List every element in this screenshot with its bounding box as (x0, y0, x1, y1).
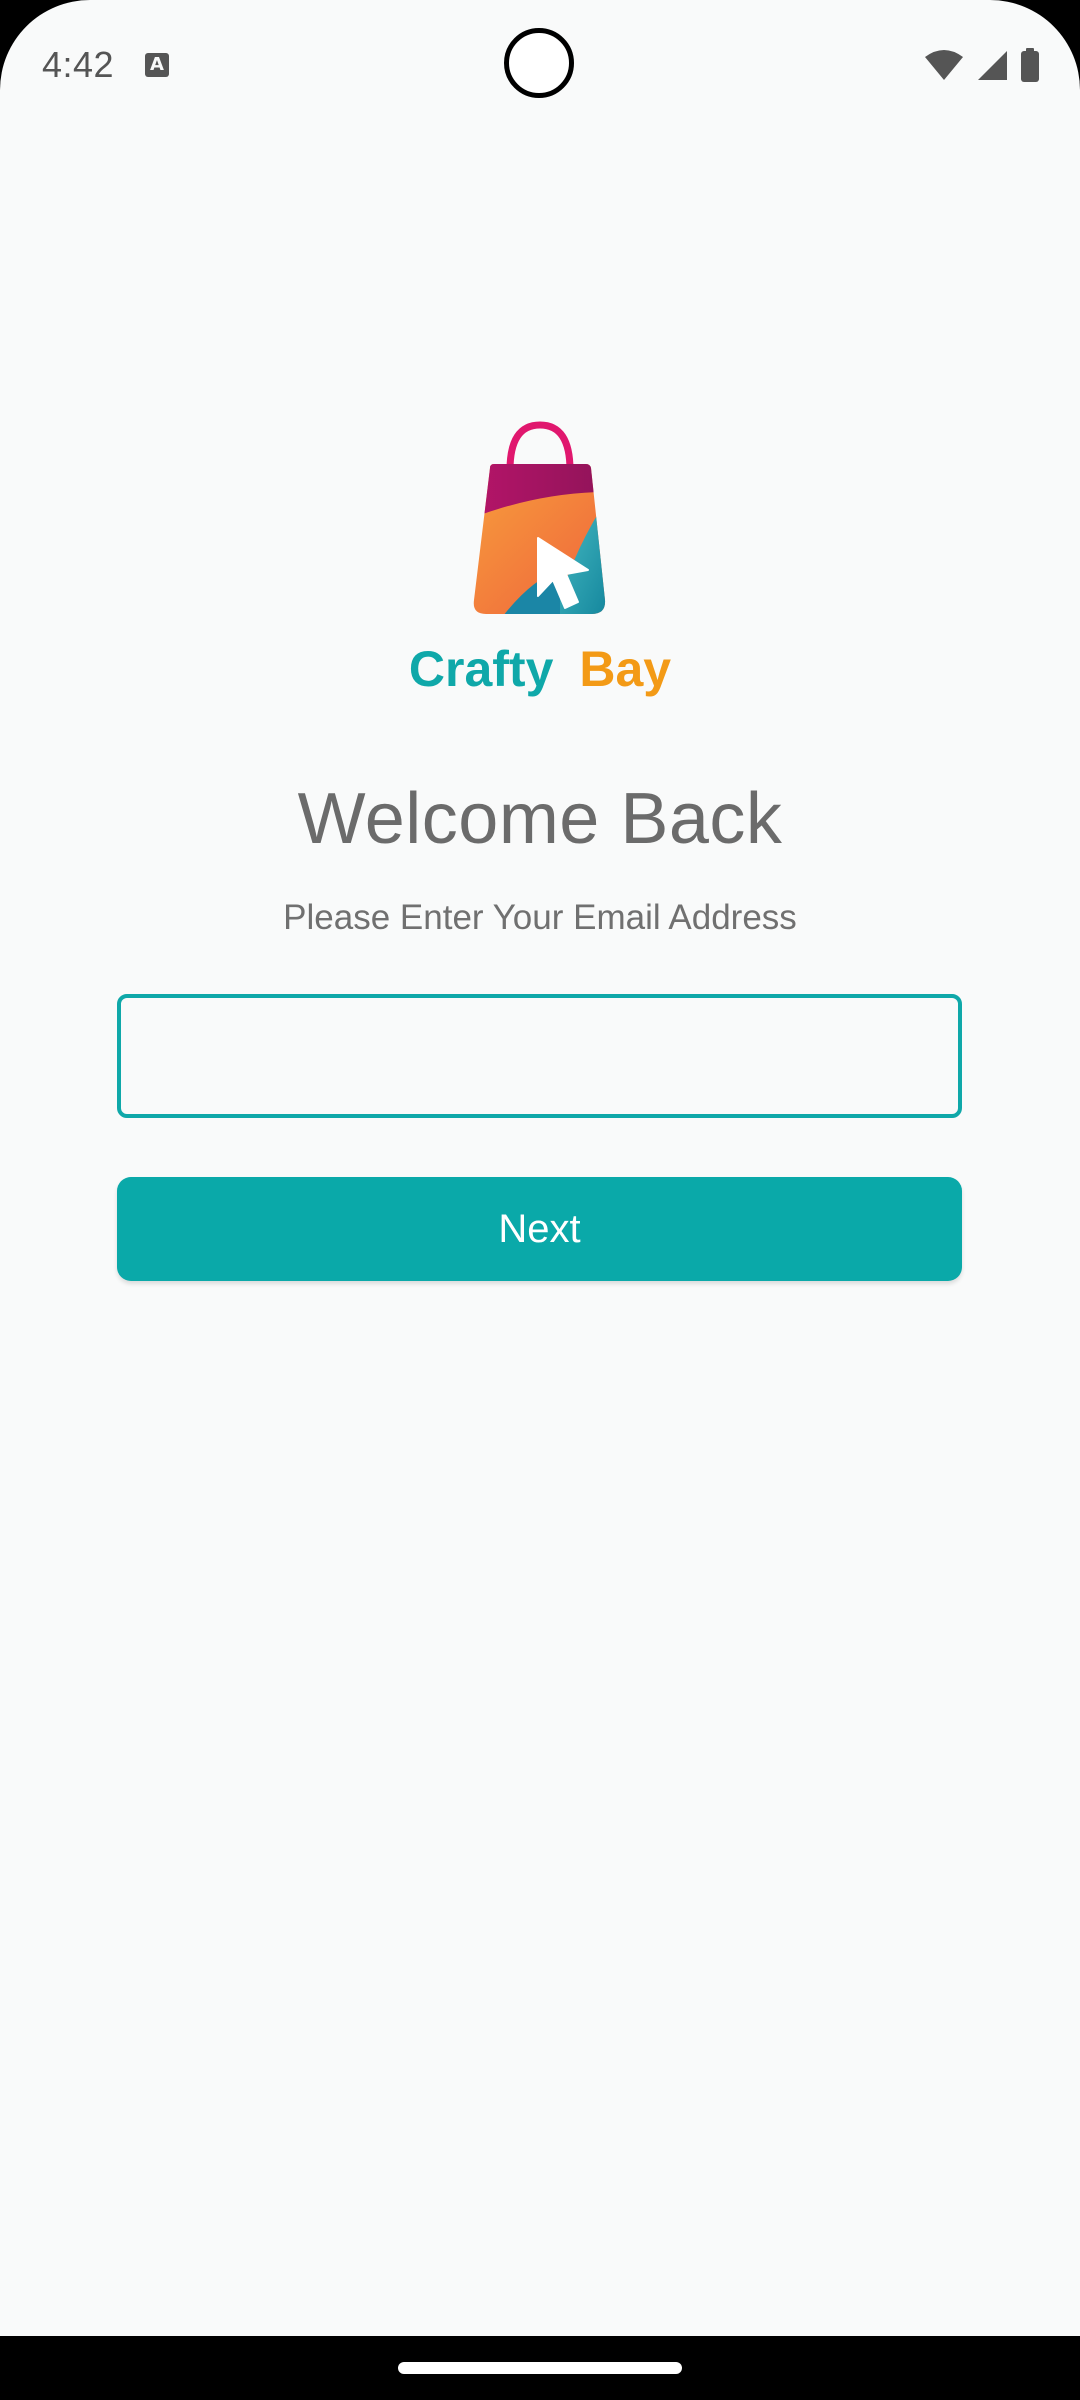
front-camera-cutout (504, 28, 574, 98)
status-bar: 4:42 A (0, 0, 1080, 130)
home-indicator[interactable] (398, 2362, 682, 2374)
page-title: Welcome Back (297, 779, 783, 859)
page-subtitle: Please Enter Your Email Address (283, 898, 797, 937)
brand-name-part2: Bay (579, 641, 672, 697)
next-button[interactable]: Next (117, 1177, 962, 1281)
status-time: 4:42 (42, 44, 115, 85)
brand-name: Crafty Bay (0, 640, 1080, 698)
signal-icon (976, 49, 1008, 81)
brand-name-part1: Crafty (408, 641, 554, 697)
crafty-bay-logo (460, 420, 620, 620)
text-notification-icon: A (145, 53, 169, 77)
wifi-icon (924, 49, 964, 81)
app-screen: 4:42 A Crafty Bay Welcome Back Please En… (0, 0, 1080, 2400)
status-icons (924, 48, 1040, 82)
battery-icon (1020, 48, 1040, 82)
email-field[interactable] (117, 994, 962, 1118)
